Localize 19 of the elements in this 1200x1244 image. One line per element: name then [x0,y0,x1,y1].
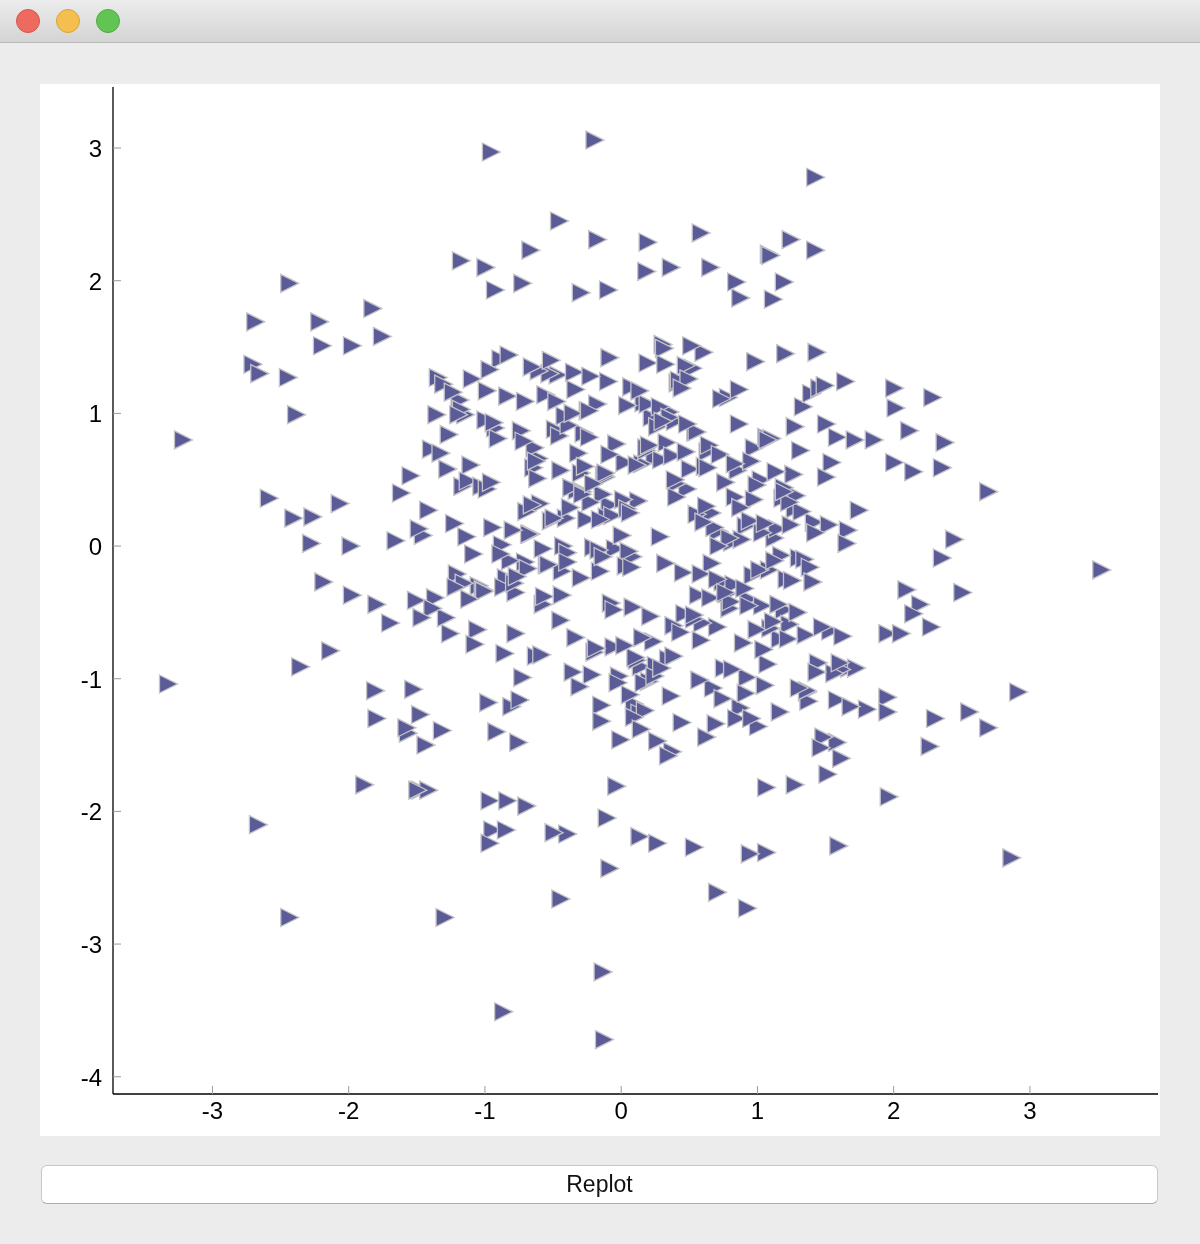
y-tick-label: -2 [80,798,102,826]
y-tick-label: 1 [88,400,102,428]
replot-button[interactable]: Replot [41,1165,1158,1204]
x-tick-label: 1 [750,1097,765,1124]
y-tick-label: -1 [80,665,102,693]
x-tick-label: -1 [474,1097,496,1124]
y-tick-label: -3 [80,931,102,959]
y-tick-label: 3 [88,135,102,163]
x-tick-label: -3 [201,1097,224,1124]
zoom-button[interactable] [96,9,120,33]
x-tick-label: -2 [338,1097,360,1124]
minimize-button[interactable] [56,9,80,33]
close-button[interactable] [16,9,40,33]
y-tick-label: 2 [88,267,102,295]
y-tick-label: 0 [88,533,102,561]
x-tick-label: 2 [887,1097,901,1124]
y-tick-label: -4 [80,1063,102,1091]
x-tick-label: 0 [614,1097,628,1124]
x-tick-label: 3 [1023,1097,1037,1124]
